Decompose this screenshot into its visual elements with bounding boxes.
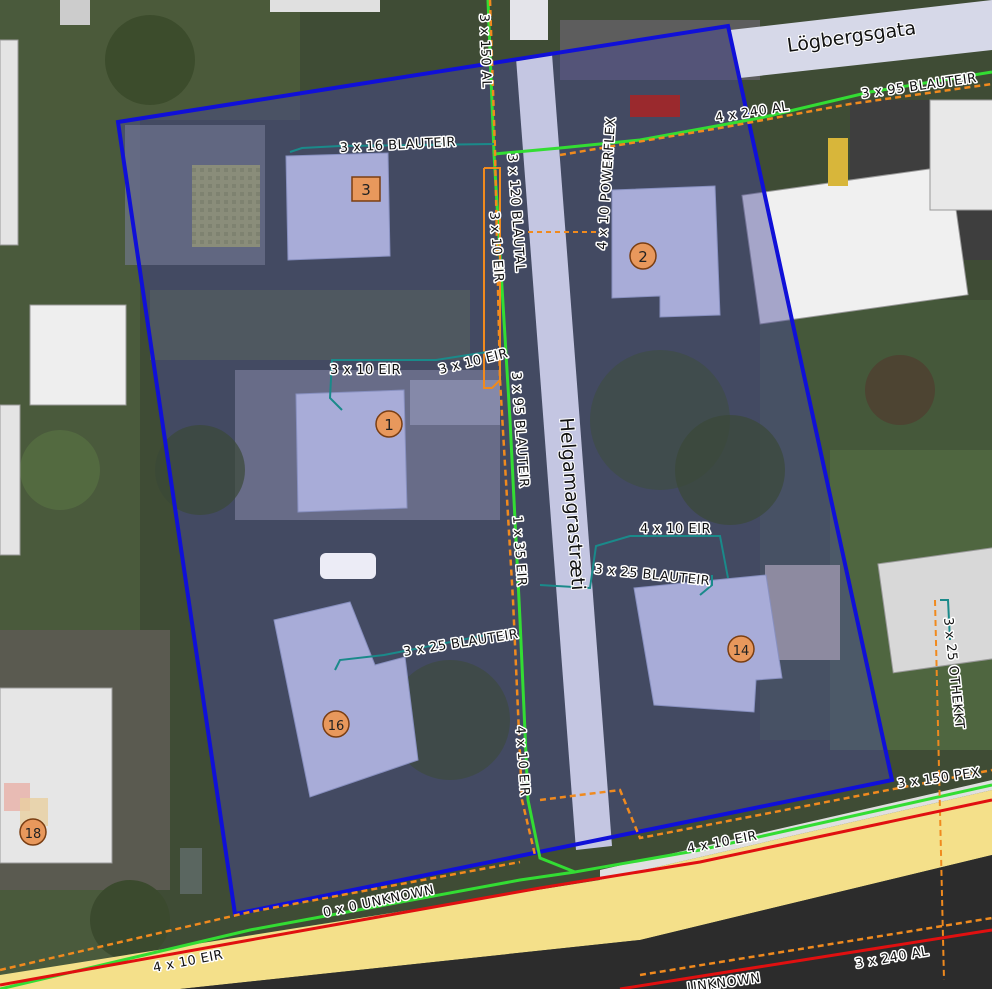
building-number: 1 xyxy=(384,416,394,434)
building-marker-14[interactable]: 14 xyxy=(727,635,755,663)
cable-label: 3 x 10 EIR xyxy=(330,363,401,378)
lawn-area xyxy=(150,290,470,360)
street-helgamagrastraeti-north xyxy=(510,0,548,40)
parked-car xyxy=(320,553,376,579)
neighbor-building xyxy=(60,0,90,25)
building-marker-18[interactable]: 18 xyxy=(19,818,47,846)
utility-map[interactable]: 3 2 1 14 16 18 Lögbergsgata Helgamagrast… xyxy=(0,0,992,989)
tree-canopy xyxy=(105,15,195,105)
building-marker-2[interactable]: 2 xyxy=(629,242,657,270)
building-number: 14 xyxy=(733,644,750,659)
building-number: 3 xyxy=(361,181,371,199)
tree-canopy xyxy=(20,430,100,510)
building-number: 18 xyxy=(25,827,42,842)
neighbor-building xyxy=(270,0,380,12)
tree-canopy xyxy=(675,415,785,525)
building-number: 2 xyxy=(638,248,648,266)
building-2[interactable] xyxy=(611,185,721,318)
building-marker-1[interactable]: 1 xyxy=(375,410,403,438)
neighbor-building xyxy=(29,304,127,406)
neighbor-building-18 xyxy=(0,687,113,864)
parked-car xyxy=(630,95,680,117)
building-number: 16 xyxy=(328,719,345,734)
building-marker-16[interactable]: 16 xyxy=(322,710,350,738)
cable-label: 3 x 150 AL xyxy=(476,14,494,89)
neighbor-building xyxy=(929,99,992,211)
tree-canopy xyxy=(865,355,935,425)
building-1[interactable] xyxy=(295,389,408,513)
neighbor-building xyxy=(877,546,992,674)
building-3[interactable] xyxy=(285,152,391,261)
tree-canopy xyxy=(90,880,170,960)
parked-car xyxy=(180,848,202,894)
cable-label: 4 x 10 EIR xyxy=(640,522,711,537)
neighbor-building xyxy=(0,404,21,556)
neighbor-building xyxy=(0,39,19,246)
roof-garden xyxy=(192,165,260,247)
parking-lot xyxy=(410,380,500,425)
parked-car xyxy=(828,138,848,186)
building-marker-3[interactable]: 3 xyxy=(351,176,381,202)
